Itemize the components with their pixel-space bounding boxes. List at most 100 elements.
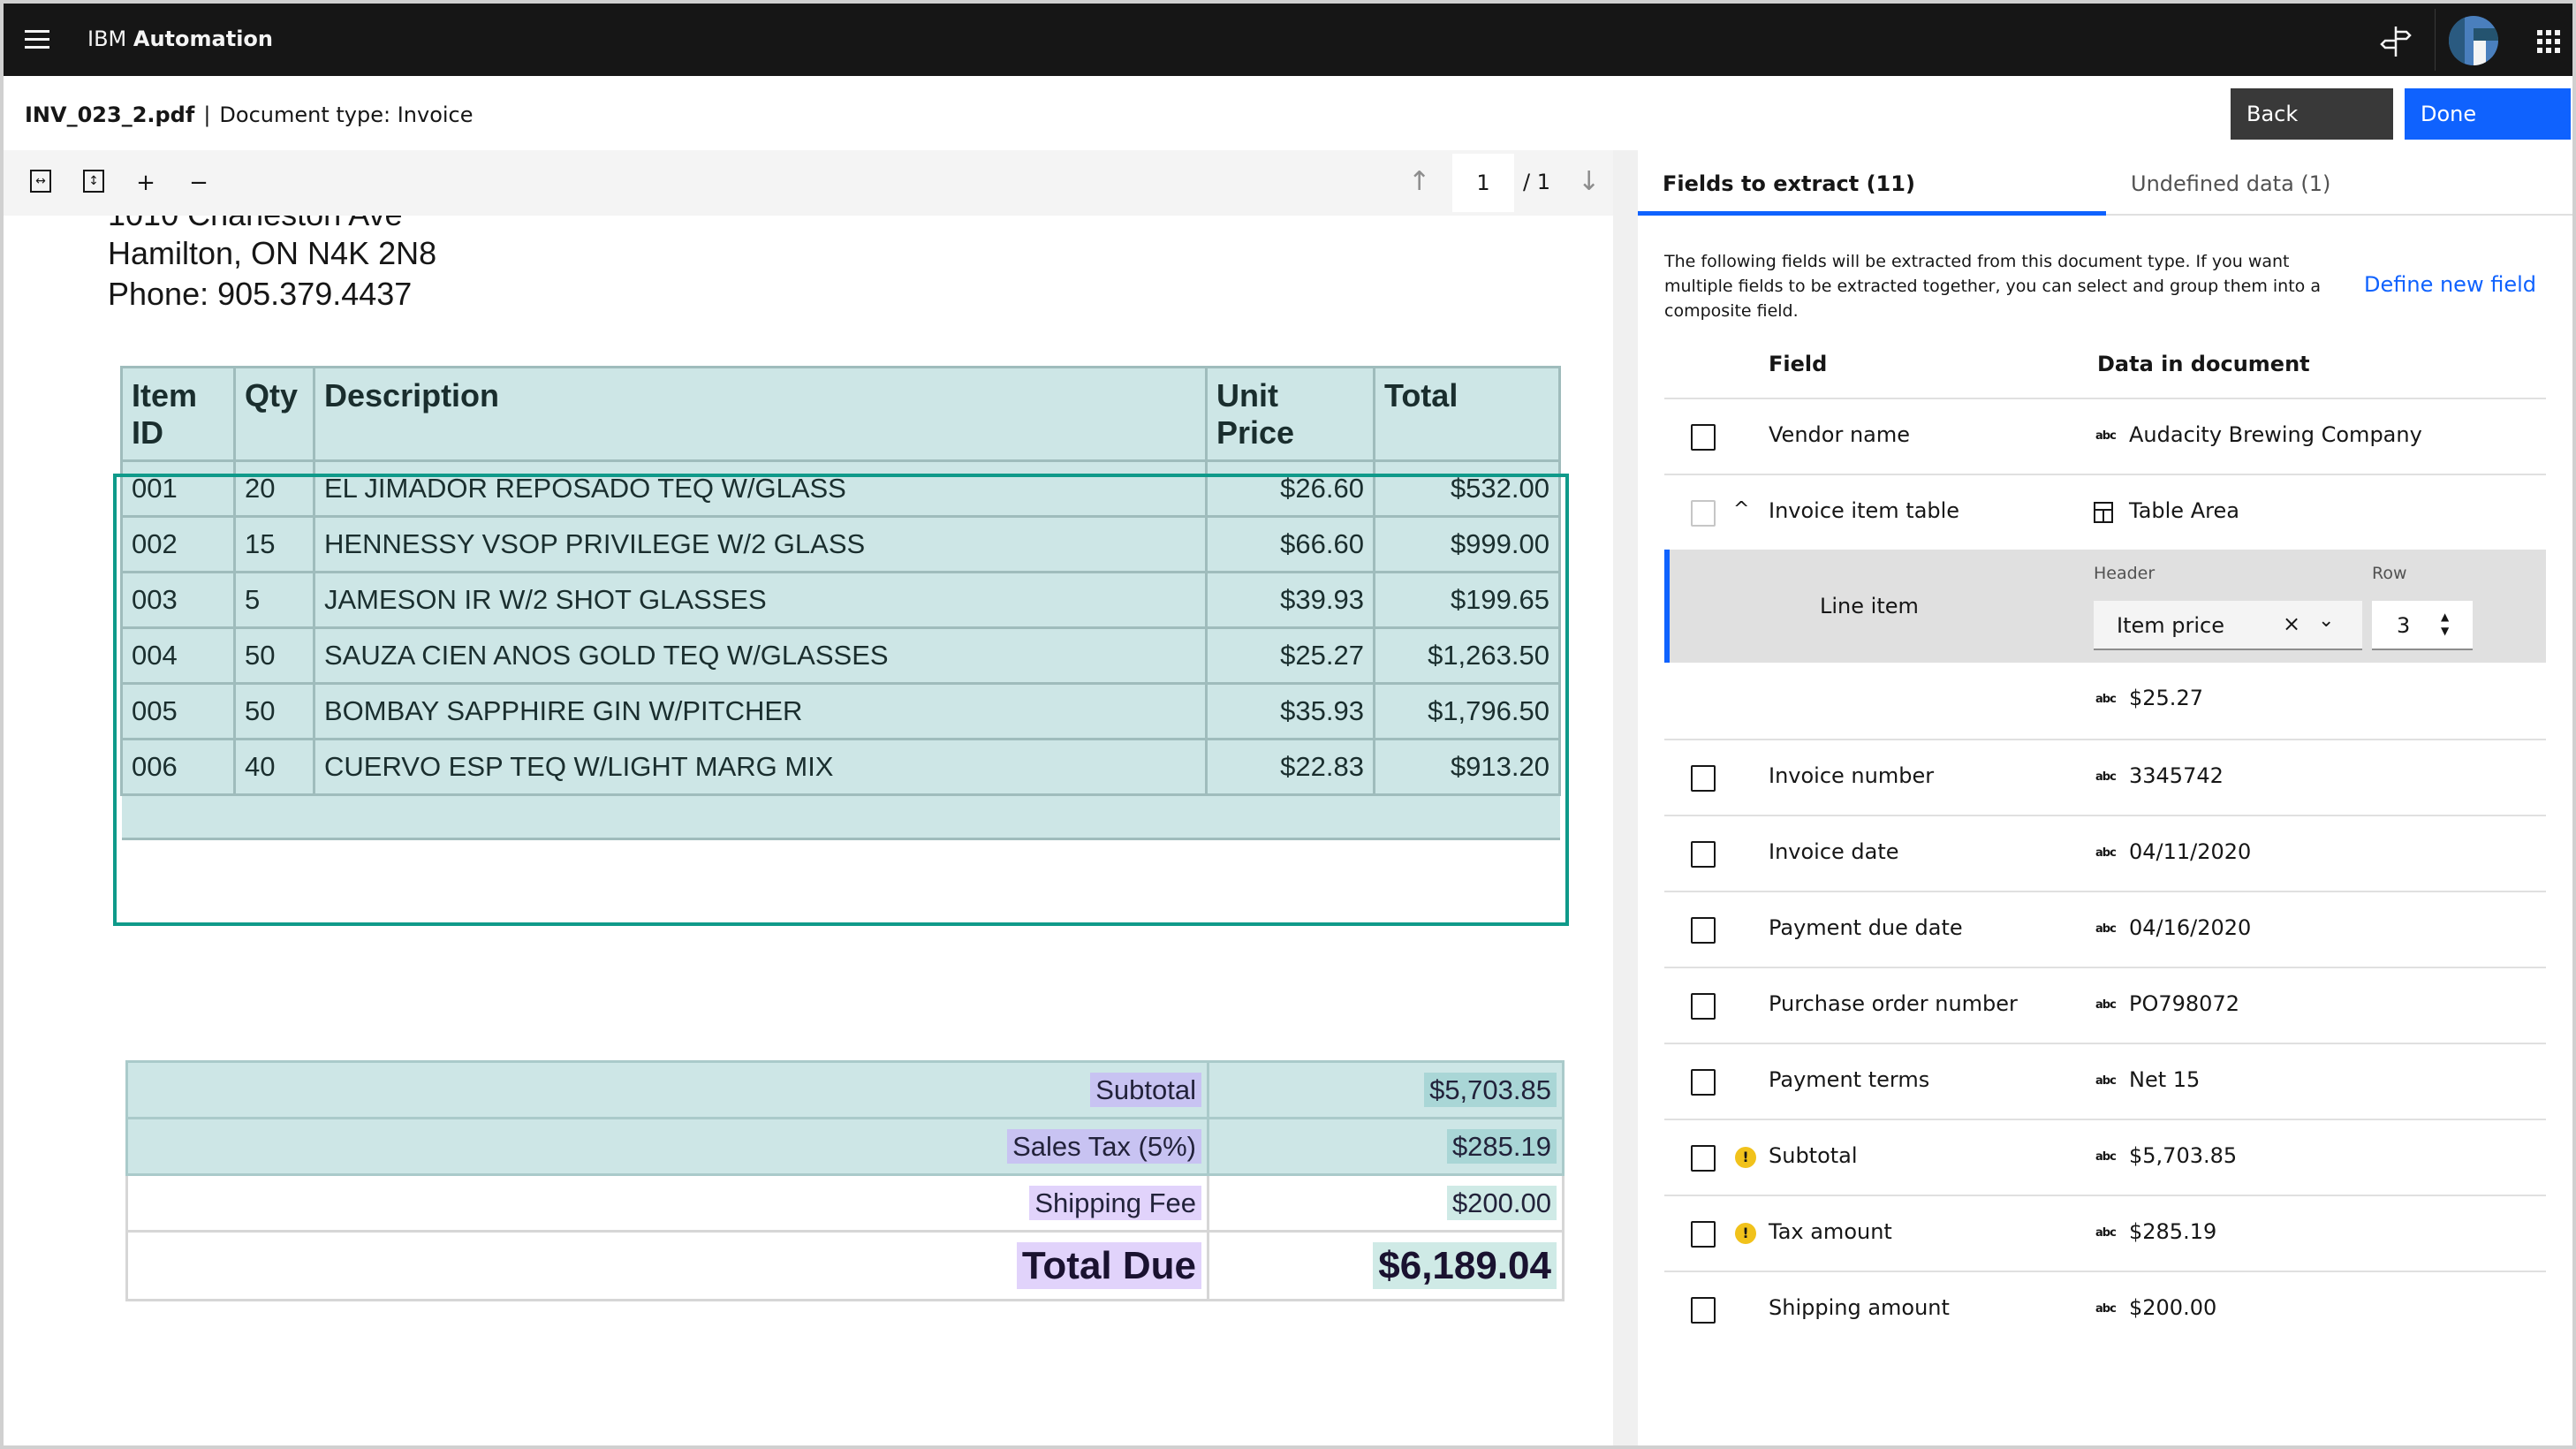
- table-row[interactable]: 001 20 EL JIMADOR REPOSADO TEQ W/GLASS $…: [120, 459, 1561, 518]
- field-row-invoice-item-table[interactable]: ^ Invoice item table Table Area: [1664, 474, 2546, 550]
- field-checkbox[interactable]: [1691, 1145, 1716, 1172]
- header-select[interactable]: Item price × ⌄: [2094, 601, 2362, 650]
- header-description: Description: [313, 366, 1208, 462]
- field-row-payment-terms[interactable]: Payment terms abc Net 15: [1664, 1043, 2546, 1119]
- cell-qty: 20: [233, 459, 315, 518]
- zoom-in-button[interactable]: +: [133, 170, 159, 196]
- text-type-icon: abc: [2095, 429, 2117, 443]
- row-number-value: 3: [2397, 613, 2411, 638]
- panel-tabs: Fields to extract (11) Undefined data (1…: [1638, 150, 2572, 216]
- cell-total: $999.00: [1373, 515, 1561, 573]
- cell-item-id: 001: [120, 459, 236, 518]
- tax-row[interactable]: Sales Tax (5%) $285.19: [125, 1117, 1565, 1176]
- tab-undefined-data[interactable]: Undefined data (1): [2106, 150, 2572, 216]
- text-type-icon: abc: [2095, 998, 2117, 1012]
- field-name: Payment due date: [1769, 915, 1963, 940]
- invoice-totals: Subtotal $5,703.85 Sales Tax (5%) $285.1…: [125, 1060, 1565, 1301]
- field-checkbox[interactable]: [1691, 424, 1716, 451]
- document-page: 1010 Charleston Ave Hamilton, ON N4K 2N8…: [4, 216, 1613, 1445]
- field-row-payment-due-date[interactable]: Payment due date abc 04/16/2020: [1664, 891, 2546, 967]
- clear-icon[interactable]: ×: [2283, 611, 2300, 636]
- total-due-row[interactable]: Total Due $6,189.04: [125, 1230, 1565, 1301]
- field-value: 04/16/2020: [2129, 915, 2252, 940]
- tax-label: Sales Tax (5%): [1007, 1128, 1201, 1164]
- cell-qty: 50: [233, 682, 315, 740]
- cell-item-id: 002: [120, 515, 236, 573]
- field-value: $285.19: [2129, 1219, 2217, 1244]
- cell-description: BOMBAY SAPPHIRE GIN W/PITCHER: [313, 682, 1208, 740]
- file-name: INV_023_2.pdf: [25, 102, 195, 127]
- table-row[interactable]: 006 40 CUERVO ESP TEQ W/LIGHT MARG MIX $…: [120, 738, 1561, 796]
- tax-value: $285.19: [1446, 1128, 1557, 1164]
- cell-total: $199.65: [1373, 571, 1561, 629]
- shipping-label: Shipping Fee: [1029, 1185, 1201, 1220]
- field-checkbox[interactable]: [1691, 1069, 1716, 1096]
- cell-unit-price: $26.60: [1205, 459, 1375, 518]
- app-window: IBM Automation INV_023_2.pdf | Document ty…: [4, 4, 2572, 1445]
- table-row[interactable]: 003 5 JAMESON IR W/2 SHOT GLASSES $39.93…: [120, 571, 1561, 629]
- app-switcher-icon[interactable]: [2537, 30, 2560, 53]
- text-type-icon: abc: [2095, 770, 2117, 784]
- define-new-field-link[interactable]: Define new field: [2364, 272, 2536, 297]
- cell-description: CUERVO ESP TEQ W/LIGHT MARG MIX: [313, 738, 1208, 796]
- chevron-down-icon[interactable]: ⌄: [2318, 610, 2334, 632]
- table-row[interactable]: 002 15 HENNESSY VSOP PRIVILEGE W/2 GLASS…: [120, 515, 1561, 573]
- next-page-icon[interactable]: ↓: [1578, 166, 1600, 197]
- field-checkbox[interactable]: [1691, 1221, 1716, 1248]
- field-value: 04/11/2020: [2129, 839, 2252, 864]
- fit-height-icon[interactable]: ↕: [83, 170, 104, 193]
- field-checkbox[interactable]: [1691, 917, 1716, 944]
- shipping-row[interactable]: Shipping Fee $200.00: [125, 1173, 1565, 1233]
- text-type-icon: abc: [2095, 1302, 2117, 1316]
- viewer-toolbar: ↔ ↕ + − ↑ 1 / 1 ↓: [4, 150, 1613, 216]
- field-value: PO798072: [2129, 991, 2239, 1016]
- stepper-icon[interactable]: ▲ ▼: [2441, 610, 2449, 638]
- table-spacer-row: [121, 793, 1560, 840]
- chevron-up-icon[interactable]: ^: [1733, 498, 1749, 520]
- panel-splitter[interactable]: [1613, 150, 1638, 1445]
- field-checkbox[interactable]: [1691, 500, 1716, 527]
- cell-item-id: 003: [120, 571, 236, 629]
- invoice-item-table[interactable]: Item ID Qty Description Unit Price Total…: [120, 366, 1561, 840]
- zoom-out-button[interactable]: −: [186, 170, 212, 196]
- text-type-icon: abc: [2095, 846, 2117, 860]
- field-name: Invoice item table: [1769, 498, 1960, 523]
- previous-page-icon[interactable]: ↑: [1408, 166, 1430, 197]
- back-button[interactable]: Back: [2231, 88, 2393, 140]
- field-checkbox[interactable]: [1691, 1297, 1716, 1324]
- field-row-shipping-amount[interactable]: Shipping amount abc $200.00: [1664, 1271, 2546, 1347]
- field-checkbox[interactable]: [1691, 993, 1716, 1020]
- field-row-line-item-value[interactable]: abc $25.27: [1664, 663, 2546, 739]
- table-row[interactable]: 005 50 BOMBAY SAPPHIRE GIN W/PITCHER $35…: [120, 682, 1561, 740]
- cell-description: EL JIMADOR REPOSADO TEQ W/GLASS: [313, 459, 1208, 518]
- signpost-icon[interactable]: [2380, 23, 2412, 58]
- header-item-id: Item ID: [120, 366, 236, 462]
- field-value: $25.27: [2129, 686, 2203, 710]
- tab-fields-to-extract[interactable]: Fields to extract (11): [1638, 150, 2106, 216]
- field-row-tax-amount[interactable]: ! Tax amount abc $285.19: [1664, 1195, 2546, 1271]
- fields-panel: Fields to extract (11) Undefined data (1…: [1638, 150, 2572, 1445]
- field-checkbox[interactable]: [1691, 841, 1716, 868]
- page-number-input[interactable]: 1: [1452, 154, 1514, 212]
- field-row-invoice-date[interactable]: Invoice date abc 04/11/2020: [1664, 815, 2546, 891]
- menu-icon[interactable]: [25, 30, 49, 49]
- fit-width-icon[interactable]: ↔: [30, 170, 51, 193]
- text-type-icon: abc: [2095, 922, 2117, 936]
- cell-description: JAMESON IR W/2 SHOT GLASSES: [313, 571, 1208, 629]
- field-row-vendor-name[interactable]: Vendor name abc Audacity Brewing Company: [1664, 398, 2546, 474]
- text-type-icon: abc: [2095, 1150, 2117, 1164]
- header-qty: Qty: [233, 366, 315, 462]
- field-row-invoice-number[interactable]: Invoice number abc 3345742: [1664, 739, 2546, 815]
- subtotal-row[interactable]: Subtotal $5,703.85: [125, 1060, 1565, 1119]
- table-row[interactable]: 004 50 SAUZA CIEN ANOS GOLD TEQ W/GLASSE…: [120, 626, 1561, 685]
- user-avatar[interactable]: [2449, 16, 2498, 65]
- done-button[interactable]: Done: [2405, 88, 2571, 140]
- field-row-subtotal[interactable]: ! Subtotal abc $5,703.85: [1664, 1119, 2546, 1195]
- field-row-purchase-order-number[interactable]: Purchase order number abc PO798072: [1664, 967, 2546, 1043]
- field-checkbox[interactable]: [1691, 765, 1716, 792]
- field-name: Tax amount: [1769, 1219, 1892, 1244]
- subtotal-label: Subtotal: [1090, 1072, 1201, 1107]
- line-item-label: Line item: [1820, 594, 1919, 618]
- row-number-input[interactable]: 3 ▲ ▼: [2372, 601, 2473, 650]
- header-divider: [2435, 9, 2436, 71]
